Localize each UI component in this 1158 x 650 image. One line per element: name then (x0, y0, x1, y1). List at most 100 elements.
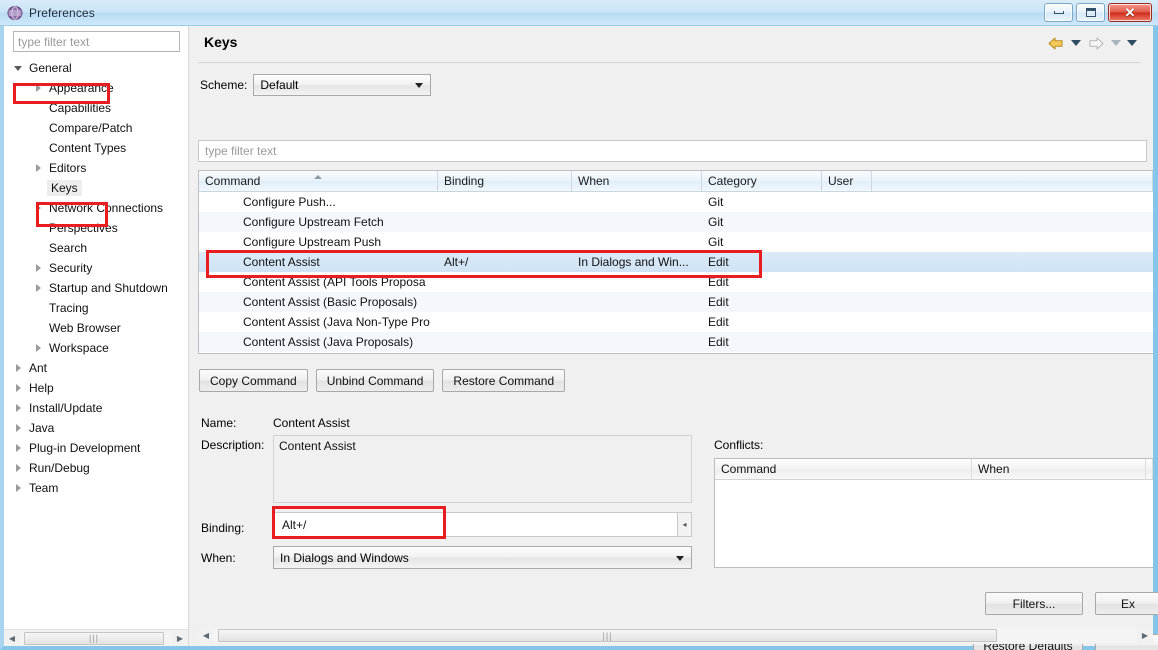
minimize-button[interactable] (1044, 3, 1073, 22)
sidebar-item-network-connections[interactable]: Network Connections (4, 198, 188, 218)
command-table-body[interactable]: Configure Push... Git Configure Upstream F… (199, 192, 1153, 352)
sidebar-item-content-types[interactable]: Content Types (4, 138, 188, 158)
table-cell-bind: Alt+/ (444, 255, 469, 269)
page-nav-toolbar (1045, 33, 1139, 53)
back-menu-chevron-down-icon[interactable] (1069, 33, 1083, 53)
export-button[interactable]: Ex (1095, 592, 1158, 615)
back-arrow-icon[interactable] (1045, 33, 1067, 53)
tree-no-arrow-spacer (33, 122, 45, 134)
command-column-header-when[interactable]: When (572, 171, 702, 191)
command-column-header-category[interactable]: Category (702, 171, 822, 191)
command-column-header-user[interactable]: User (822, 171, 872, 191)
copy-command-button[interactable]: Copy Command (199, 369, 308, 392)
forward-arrow-icon[interactable] (1085, 33, 1107, 53)
sidebar-item-editors[interactable]: Editors (4, 158, 188, 178)
sidebar-item-team[interactable]: Team (4, 478, 188, 498)
tree-collapsed-arrow-icon[interactable] (13, 402, 25, 414)
conflicts-column-header-command[interactable]: Command (715, 459, 973, 479)
sidebar-item-install-update[interactable]: Install/Update (4, 398, 188, 418)
sidebar-item-run-debug[interactable]: Run/Debug (4, 458, 188, 478)
name-label: Name: (201, 416, 237, 430)
tree-collapsed-arrow-icon[interactable] (33, 202, 45, 214)
binding-input[interactable]: Alt+/ (273, 512, 678, 537)
when-select[interactable]: In Dialogs and Windows (273, 546, 692, 569)
content-scroll-right-icon[interactable]: ▶ (1137, 628, 1153, 643)
conflicts-column-header-when[interactable]: When (972, 459, 1146, 479)
content-scroll-track[interactable]: ||| (214, 628, 1137, 643)
sidebar-item-perspectives[interactable]: Perspectives (4, 218, 188, 238)
content-scroll-thumb[interactable]: ||| (218, 629, 997, 642)
command-column-header-command[interactable]: Command (199, 171, 438, 191)
tree-collapsed-arrow-icon[interactable] (13, 382, 25, 394)
content-scroll-left-icon[interactable]: ◀ (198, 628, 214, 643)
tree-no-arrow-spacer (33, 102, 45, 114)
sidebar-item-appearance[interactable]: Appearance (4, 78, 188, 98)
close-button[interactable]: ✕ (1108, 3, 1152, 22)
description-textarea[interactable]: Content Assist (273, 435, 692, 503)
scheme-select[interactable]: Default (253, 74, 432, 96)
sidebar-item-ant[interactable]: Ant (4, 358, 188, 378)
restore-command-button[interactable]: Restore Command (442, 369, 566, 392)
conflicts-table[interactable]: Command When (714, 458, 1153, 568)
tree-collapsed-arrow-icon[interactable] (13, 362, 25, 374)
sidebar-item-capabilities[interactable]: Capabilities (4, 98, 188, 118)
command-column-header-binding[interactable]: Binding (438, 171, 572, 191)
sidebar-item-general[interactable]: General (4, 58, 188, 78)
tree-expanded-arrow-icon[interactable] (13, 62, 25, 74)
tree-collapsed-arrow-icon[interactable] (13, 422, 25, 434)
table-row[interactable]: Configure Push... Git (199, 192, 1153, 212)
tree-collapsed-arrow-icon[interactable] (33, 262, 45, 274)
page-title: Keys (204, 34, 238, 50)
table-row[interactable]: Content Assist (Java Non-Type Pro Edit (199, 312, 1153, 332)
sidebar-item-security[interactable]: Security (4, 258, 188, 278)
scroll-right-icon[interactable]: ▶ (172, 631, 188, 646)
sidebar-item-search[interactable]: Search (4, 238, 188, 258)
sidebar-item-keys[interactable]: Keys (4, 178, 188, 198)
table-cell-cmd: Content Assist (Java Non-Type Pro (243, 315, 430, 329)
maximize-button[interactable] (1076, 3, 1105, 22)
sidebar-item-label: Startup and Shutdown (49, 281, 168, 295)
page-menu-chevron-down-icon[interactable] (1125, 33, 1139, 53)
sidebar-item-tracing[interactable]: Tracing (4, 298, 188, 318)
sidebar-item-label: Team (29, 481, 59, 495)
tree-collapsed-arrow-icon[interactable] (13, 442, 25, 454)
tree-collapsed-arrow-icon[interactable] (13, 462, 25, 474)
tree-collapsed-arrow-icon[interactable] (33, 82, 45, 94)
sidebar-filter-input[interactable]: type filter text (13, 31, 180, 52)
table-row[interactable]: Content Assist Alt+/ In Dialogs and Win...… (199, 252, 1153, 272)
table-row[interactable]: Content Assist (Basic Proposals) Edit (199, 292, 1153, 312)
sidebar-horizontal-scrollbar[interactable]: ◀ ||| ▶ (4, 629, 188, 646)
tree-collapsed-arrow-icon[interactable] (33, 162, 45, 174)
command-table[interactable]: Command Binding When Category User Configure… (198, 170, 1153, 354)
sidebar-scroll-track[interactable]: ||| (20, 630, 172, 646)
sidebar-item-help[interactable]: Help (4, 378, 188, 398)
table-row[interactable]: Content Assist (API Tools Proposa Edit (199, 272, 1153, 292)
sidebar-item-startup-and-shutdown[interactable]: Startup and Shutdown (4, 278, 188, 298)
sidebar-item-plug-in-development[interactable]: Plug-in Development (4, 438, 188, 458)
content-horizontal-scrollbar[interactable]: ◀ ||| ▶ (198, 627, 1153, 644)
table-row[interactable]: Configure Upstream Push Git (199, 232, 1153, 252)
table-row[interactable]: Configure Upstream Fetch Git (199, 212, 1153, 232)
command-table-header: Command Binding When Category User (199, 171, 1153, 192)
tree-no-arrow-spacer (33, 222, 45, 234)
sidebar-item-label: General (29, 61, 72, 75)
sidebar-item-label: Plug-in Development (29, 441, 141, 455)
sidebar-item-java[interactable]: Java (4, 418, 188, 438)
forward-menu-chevron-down-icon[interactable] (1109, 33, 1123, 53)
preferences-tree[interactable]: General Appearance Capabilities Compare/Pat… (4, 58, 188, 622)
sidebar-item-workspace[interactable]: Workspace (4, 338, 188, 358)
sidebar-scroll-thumb[interactable]: ||| (24, 631, 164, 645)
tree-collapsed-arrow-icon[interactable] (33, 342, 45, 354)
scroll-left-icon[interactable]: ◀ (4, 631, 20, 646)
table-row[interactable]: Content Assist (Java Proposals) Edit (199, 332, 1153, 352)
tree-collapsed-arrow-icon[interactable] (13, 482, 25, 494)
sidebar-item-compare-patch[interactable]: Compare/Patch (4, 118, 188, 138)
unbind-command-button[interactable]: Unbind Command (315, 369, 435, 392)
keys-filter-input[interactable]: type filter text (198, 140, 1147, 162)
binding-expand-icon[interactable]: ◂ (678, 512, 692, 537)
filters-button[interactable]: Filters... (985, 592, 1083, 615)
name-value: Content Assist (273, 416, 350, 430)
tree-collapsed-arrow-icon[interactable] (33, 282, 45, 294)
close-icon: ✕ (1124, 5, 1136, 20)
sidebar-item-web-browser[interactable]: Web Browser (4, 318, 188, 338)
